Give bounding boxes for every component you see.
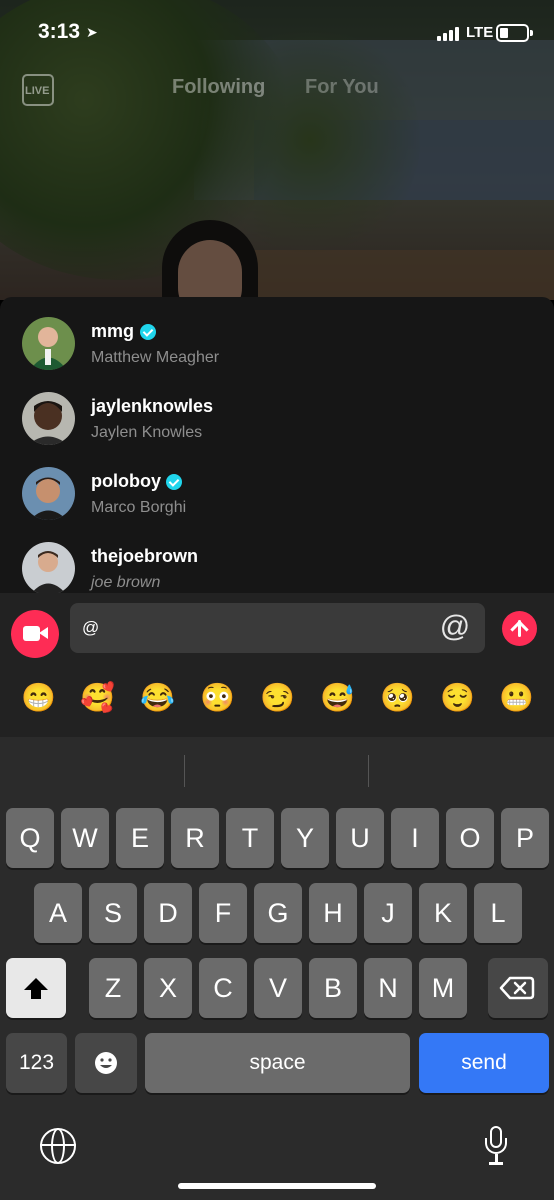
key-r[interactable]: R — [171, 808, 219, 868]
key-n[interactable]: N — [364, 958, 412, 1018]
suggestion-handle: poloboy — [91, 471, 161, 491]
verified-badge-icon — [166, 474, 182, 490]
home-indicator[interactable] — [178, 1183, 376, 1189]
globe-icon[interactable] — [40, 1128, 76, 1164]
list-item[interactable]: poloboy Marco Borghi — [0, 447, 554, 522]
shift-arrow-icon — [24, 978, 48, 990]
suggestion-name: Matthew Meagher — [91, 349, 220, 366]
key-q[interactable]: Q — [6, 808, 54, 868]
emoji-button[interactable]: 😏 — [260, 681, 295, 715]
emoji-button[interactable]: 😂 — [140, 681, 175, 715]
list-item[interactable]: thejoebrown joe brown — [0, 522, 554, 593]
list-item[interactable]: jaylenknowles Jaylen Knowles — [0, 372, 554, 447]
suggestion-handle: mmg — [91, 321, 135, 341]
signal-icon — [437, 27, 459, 41]
suggestion-name: joe brown — [91, 574, 161, 591]
comment-input[interactable]: @ @ — [70, 603, 485, 653]
emoji-button[interactable]: 😁 — [21, 681, 56, 715]
suggestion-name: Marco Borghi — [91, 499, 187, 516]
key-g[interactable]: G — [254, 883, 302, 943]
key-a[interactable]: A — [34, 883, 82, 943]
emoji-button[interactable]: 🥺 — [380, 681, 415, 715]
emoji-button[interactable]: 🥰 — [80, 681, 115, 715]
key-b[interactable]: B — [309, 958, 357, 1018]
suggestion-handle: thejoebrown — [91, 546, 198, 566]
microphone-icon[interactable] — [484, 1126, 508, 1166]
backspace-key[interactable] — [488, 958, 548, 1018]
location-arrow-icon: ➤ — [86, 24, 98, 40]
prediction-divider — [184, 755, 185, 787]
battery-icon — [496, 24, 533, 42]
avatar — [22, 317, 75, 370]
send-key[interactable]: send — [419, 1033, 549, 1093]
suggestion-name: Jaylen Knowles — [91, 424, 203, 441]
key-m[interactable]: M — [419, 958, 467, 1018]
status-time: 3:13 — [38, 20, 81, 43]
key-c[interactable]: C — [199, 958, 247, 1018]
key-x[interactable]: X — [144, 958, 192, 1018]
video-camera-icon — [23, 626, 40, 641]
key-w[interactable]: W — [61, 808, 109, 868]
backspace-icon — [499, 976, 535, 1000]
emoji-button[interactable]: 😬 — [499, 681, 534, 715]
key-z[interactable]: Z — [89, 958, 137, 1018]
network-type: LTE — [466, 24, 494, 41]
avatar — [22, 392, 75, 445]
key-e[interactable]: E — [116, 808, 164, 868]
key-o[interactable]: O — [446, 808, 494, 868]
tab-for-you[interactable]: For You — [305, 76, 379, 99]
key-u[interactable]: U — [336, 808, 384, 868]
emoji-quick-bar: 😁 🥰 😂 😳 😏 😅 🥺 😌 😬 — [0, 663, 554, 737]
video-reply-button[interactable] — [11, 610, 59, 658]
key-h[interactable]: H — [309, 883, 357, 943]
key-p[interactable]: P — [501, 808, 549, 868]
suggestion-handle: jaylenknowles — [91, 396, 214, 416]
mention-at-icon[interactable]: @ — [439, 611, 471, 643]
avatar — [22, 467, 75, 520]
key-y[interactable]: Y — [281, 808, 329, 868]
avatar — [22, 542, 75, 593]
key-d[interactable]: D — [144, 883, 192, 943]
prediction-divider — [368, 755, 369, 787]
key-k[interactable]: K — [419, 883, 467, 943]
emoji-button[interactable]: 😅 — [320, 681, 355, 715]
space-key[interactable]: space — [145, 1033, 410, 1093]
key-s[interactable]: S — [89, 883, 137, 943]
key-i[interactable]: I — [391, 808, 439, 868]
tab-following[interactable]: Following — [172, 76, 265, 99]
key-t[interactable]: T — [226, 808, 274, 868]
live-icon[interactable]: LIVE — [22, 74, 54, 106]
numbers-key[interactable]: 123 — [6, 1033, 67, 1093]
smiley-icon — [95, 1052, 117, 1074]
emoji-button[interactable]: 😌 — [440, 681, 475, 715]
key-v[interactable]: V — [254, 958, 302, 1018]
emoji-keyboard-key[interactable] — [75, 1033, 137, 1093]
status-bar: 3:13 ➤ LTE — [0, 0, 554, 64]
shift-key[interactable] — [6, 958, 66, 1018]
comment-input-value: @ — [82, 618, 100, 637]
emoji-button[interactable]: 😳 — [200, 681, 235, 715]
key-l[interactable]: L — [474, 883, 522, 943]
post-comment-button[interactable] — [502, 611, 537, 646]
mention-suggestion-list: mmg Matthew Meagher jaylenknowles Jaylen… — [0, 297, 554, 593]
key-j[interactable]: J — [364, 883, 412, 943]
list-item[interactable]: mmg Matthew Meagher — [0, 297, 554, 372]
key-f[interactable]: F — [199, 883, 247, 943]
verified-badge-icon — [140, 324, 156, 340]
